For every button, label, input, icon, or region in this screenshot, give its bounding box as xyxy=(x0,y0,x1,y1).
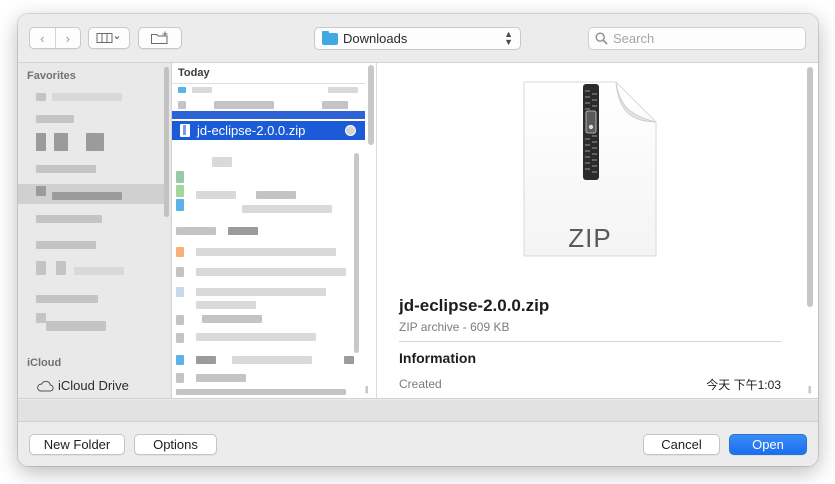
selected-file-name: jd-eclipse-2.0.0.zip xyxy=(197,123,306,138)
updown-chevron-icon: ▲ ▼ xyxy=(504,29,513,47)
back-button[interactable]: ‹ xyxy=(30,28,55,48)
icloud-drive-label: iCloud Drive xyxy=(58,378,129,393)
sidebar-item-selected[interactable] xyxy=(18,184,168,204)
preview-file-kind: ZIP archive - 609 KB xyxy=(399,320,510,334)
toolbar: ‹ › Downloads ▲ ▼ Search xyxy=(18,14,818,62)
preview-file-name: jd-eclipse-2.0.0.zip xyxy=(399,296,550,315)
preview-resize-handle[interactable]: || xyxy=(808,385,811,394)
information-header: Information xyxy=(399,350,476,366)
sidebar-item[interactable] xyxy=(18,313,168,333)
sidebar-item-icloud-drive[interactable]: iCloud Drive xyxy=(36,378,129,393)
sidebar-item[interactable] xyxy=(18,109,168,129)
location-label: Downloads xyxy=(343,31,408,46)
zip-icon-label: ZIP xyxy=(568,223,612,253)
sidebar-item[interactable] xyxy=(18,259,168,279)
zip-file-icon xyxy=(180,124,190,137)
navigation-buttons: ‹ › xyxy=(29,27,81,49)
selected-file-row[interactable]: jd-eclipse-2.0.0.zip xyxy=(172,121,365,140)
columns-view-icon xyxy=(96,33,120,43)
sidebar-item[interactable] xyxy=(18,289,168,309)
sidebar: Favorites iCloud iCloud Drive xyxy=(18,63,172,398)
folder-icon xyxy=(322,30,338,45)
sidebar-header-favorites: Favorites xyxy=(27,70,76,82)
search-placeholder: Search xyxy=(613,31,655,46)
new-folder-button[interactable]: New Folder xyxy=(29,434,125,455)
file-list-column: Today jd-eclipse-2.0.0.zip || xyxy=(172,63,377,398)
preview-scrollbar[interactable] xyxy=(807,67,813,307)
sidebar-item[interactable] xyxy=(18,235,168,255)
new-folder-toolbar-button[interactable] xyxy=(138,27,182,49)
preview-pane: ZIP jd-eclipse-2.0.0.zip ZIP archive - 6… xyxy=(378,63,818,398)
sidebar-header-icloud: iCloud xyxy=(27,357,62,369)
sidebar-scrollbar[interactable] xyxy=(164,67,169,217)
created-label: Created xyxy=(399,377,442,391)
sidebar-item[interactable] xyxy=(18,209,168,229)
file-list-scrollbar[interactable] xyxy=(368,65,374,145)
zip-document-icon: ZIP xyxy=(523,81,657,257)
search-field[interactable]: Search xyxy=(588,27,806,50)
file-list-scrollbar-lower[interactable] xyxy=(354,153,359,353)
created-value: 今天 下午1:03 xyxy=(706,378,781,392)
sidebar-item[interactable] xyxy=(18,159,168,179)
column-resize-handle[interactable]: || xyxy=(365,385,368,394)
view-mode-button[interactable] xyxy=(88,27,130,49)
search-icon xyxy=(595,32,608,45)
options-button[interactable]: Options xyxy=(134,434,217,455)
open-file-dialog: ‹ › Downloads ▲ ▼ Search Favorites iClou… xyxy=(18,14,818,466)
cancel-button[interactable]: Cancel xyxy=(643,434,720,455)
sidebar-item[interactable] xyxy=(18,87,168,107)
status-dot-icon xyxy=(345,125,356,136)
open-button[interactable]: Open xyxy=(729,434,807,455)
file-list-lower xyxy=(172,149,365,398)
cloud-icon xyxy=(37,380,54,391)
location-popup[interactable]: Downloads ▲ ▼ xyxy=(314,27,521,50)
new-folder-icon xyxy=(151,31,168,44)
sidebar-item[interactable] xyxy=(18,133,168,153)
group-header-today: Today xyxy=(178,67,210,79)
browser-content: Favorites iCloud iCloud Drive Today jd-e… xyxy=(18,62,818,399)
preview-divider xyxy=(399,341,781,342)
bottom-bar: New Folder Options Cancel Open xyxy=(18,400,818,466)
path-strip xyxy=(18,400,818,422)
forward-button[interactable]: › xyxy=(54,28,81,48)
